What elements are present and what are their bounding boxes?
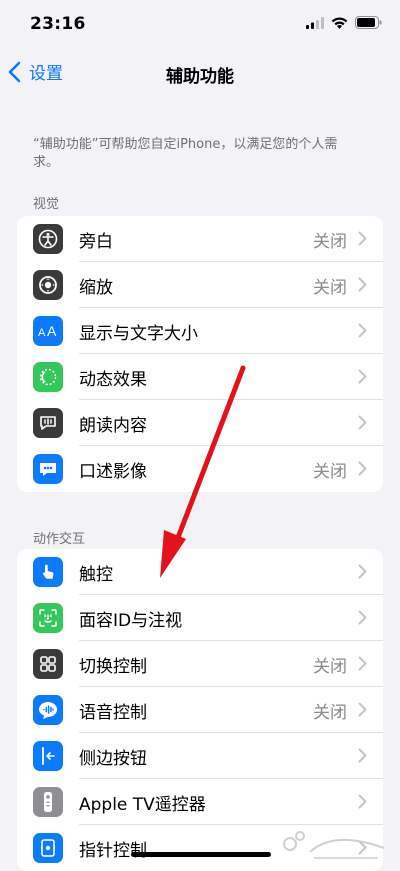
page-title: 辅助功能 bbox=[166, 67, 234, 87]
settings-row-apple-tv-remote[interactable]: Apple TV遥控器 bbox=[17, 779, 383, 825]
motion-icon bbox=[33, 362, 63, 392]
chevron-right-icon bbox=[358, 415, 367, 430]
chevron-right-icon bbox=[358, 323, 367, 338]
audio-description-icon bbox=[33, 454, 63, 484]
face-id-icon bbox=[33, 603, 63, 633]
settings-row-label: 语音控制 bbox=[79, 702, 147, 723]
settings-row-label: 缩放 bbox=[79, 277, 113, 298]
status-bar: 23:16 bbox=[0, 0, 400, 50]
vision-settings-group: 旁白 关闭 缩放 关闭 A A 显示与文字大小 动态效果 朗读内容 口述影像 关闭 bbox=[17, 216, 383, 492]
settings-row-label: 侧边按钮 bbox=[79, 748, 147, 769]
settings-row-value: 关闭 bbox=[313, 277, 347, 298]
settings-row-label: 显示与文字大小 bbox=[79, 323, 198, 344]
settings-row-label: 面容ID与注视 bbox=[79, 610, 183, 631]
side-button-icon bbox=[33, 741, 63, 771]
settings-row-value: 关闭 bbox=[313, 231, 347, 252]
settings-row-label: 动态效果 bbox=[79, 369, 147, 390]
pointer-control-icon bbox=[33, 833, 63, 863]
chevron-right-icon bbox=[358, 564, 367, 579]
chevron-right-icon bbox=[358, 702, 367, 717]
svg-text:A: A bbox=[47, 323, 57, 339]
chevron-right-icon bbox=[358, 794, 367, 809]
intro-text: “辅助功能”可帮助您自定iPhone，以满足您的个人需求。 bbox=[33, 137, 338, 170]
settings-row-label: 旁白 bbox=[79, 231, 113, 252]
settings-row-motion[interactable]: 动态效果 bbox=[17, 354, 383, 400]
navigation-bar: 设置 辅助功能 bbox=[0, 50, 400, 94]
chevron-right-icon bbox=[358, 369, 367, 384]
settings-row-spoken-content[interactable]: 朗读内容 bbox=[17, 400, 383, 446]
chevron-right-icon bbox=[358, 231, 367, 246]
settings-row-side-button[interactable]: 侧边按钮 bbox=[17, 733, 383, 779]
chevron-right-icon bbox=[358, 656, 367, 671]
svg-text:A: A bbox=[38, 327, 46, 339]
battery-icon bbox=[355, 16, 382, 29]
wifi-icon bbox=[331, 16, 348, 29]
text-size-icon: AA bbox=[33, 316, 63, 346]
zoom-icon bbox=[33, 270, 63, 300]
settings-row-label: 触控 bbox=[79, 564, 113, 585]
chevron-right-icon bbox=[358, 610, 367, 625]
settings-row-label: Apple TV遥控器 bbox=[79, 794, 206, 815]
status-icons bbox=[306, 16, 382, 29]
voice-control-icon bbox=[33, 695, 63, 725]
switch-control-icon bbox=[33, 649, 63, 679]
settings-row-text-size[interactable]: A A 显示与文字大小 bbox=[17, 308, 383, 354]
settings-row-audio-description[interactable]: 口述影像 关闭 bbox=[17, 446, 383, 492]
settings-row-label: 口述影像 bbox=[79, 461, 147, 482]
home-indicator bbox=[131, 852, 271, 857]
touch-icon bbox=[33, 557, 63, 587]
settings-row-switch-control[interactable]: 切换控制 关闭 bbox=[17, 641, 383, 687]
chevron-right-icon bbox=[358, 277, 367, 292]
settings-row-label: 朗读内容 bbox=[79, 415, 147, 436]
settings-row-face-id[interactable]: 面容ID与注视 bbox=[17, 595, 383, 641]
watermark-logo bbox=[283, 831, 385, 859]
settings-row-value: 关闭 bbox=[313, 656, 347, 677]
settings-row-voice-control[interactable]: 语音控制 关闭 bbox=[17, 687, 383, 733]
cellular-signal-icon bbox=[306, 16, 324, 29]
chevron-right-icon bbox=[358, 748, 367, 763]
settings-row-label: 切换控制 bbox=[79, 656, 147, 677]
section-header-vision: 视觉 bbox=[33, 197, 60, 212]
settings-row-voiceover[interactable]: 旁白 关闭 bbox=[17, 216, 383, 262]
status-time: 23:16 bbox=[30, 14, 86, 34]
spoken-content-icon bbox=[33, 408, 63, 438]
settings-row-value: 关闭 bbox=[313, 702, 347, 723]
voiceover-icon bbox=[33, 224, 63, 254]
settings-row-touch[interactable]: 触控 bbox=[17, 549, 383, 595]
settings-row-value: 关闭 bbox=[313, 461, 347, 482]
settings-row-zoom[interactable]: 缩放 关闭 bbox=[17, 262, 383, 308]
apple-tv-remote-icon bbox=[33, 787, 63, 817]
section-header-interaction: 动作交互 bbox=[33, 532, 86, 547]
chevron-right-icon bbox=[358, 461, 367, 476]
